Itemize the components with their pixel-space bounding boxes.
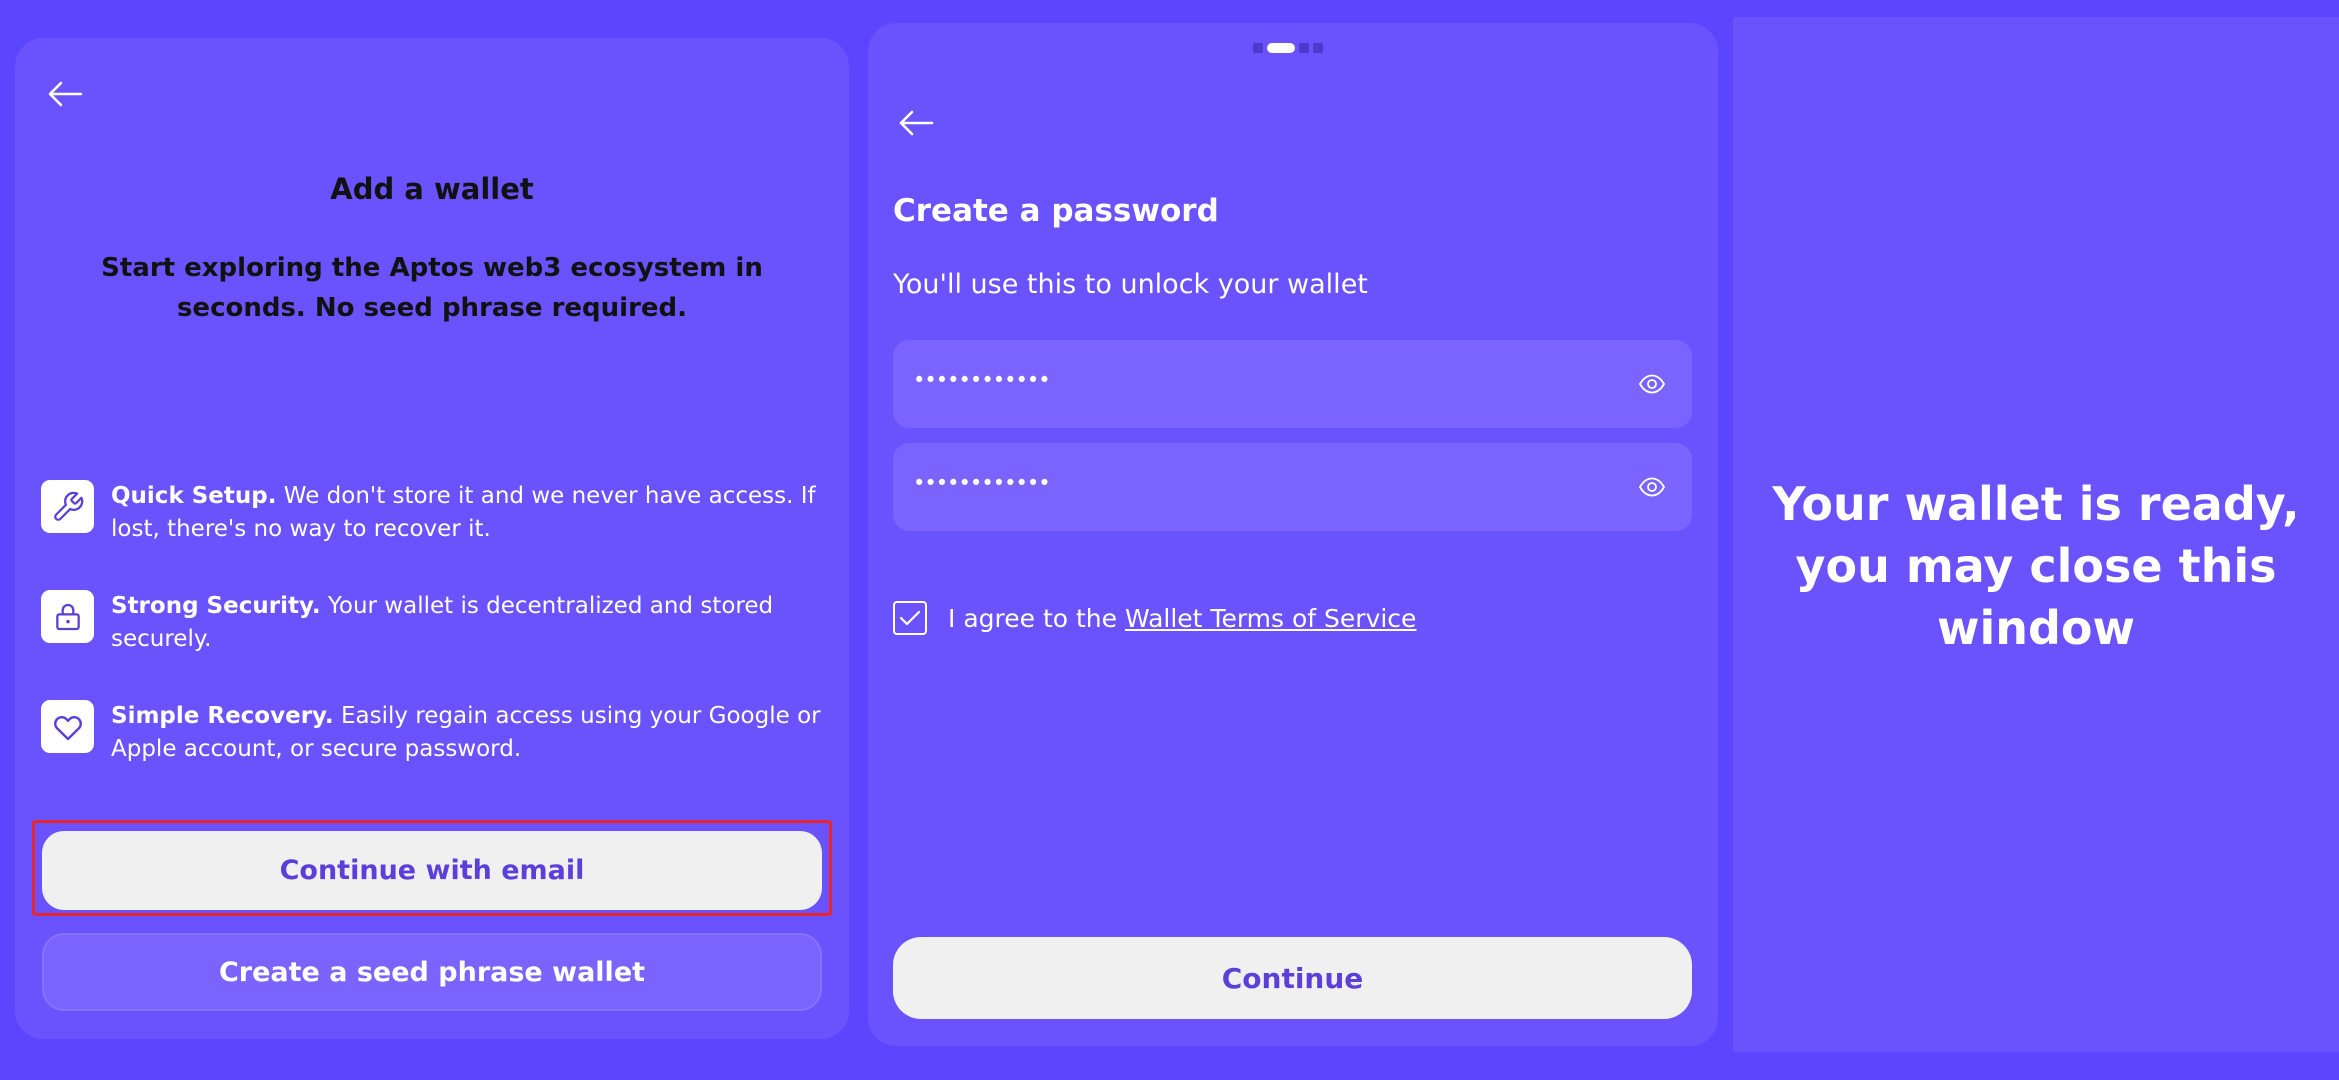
page-title: Add a wallet: [330, 172, 534, 206]
feature-text: Strong Security. Your wallet is decentra…: [111, 590, 871, 656]
wrench-icon: [41, 480, 94, 533]
step-dot: [1313, 43, 1323, 53]
page-title: Create a password: [893, 193, 1219, 229]
step-dot-active: [1267, 43, 1295, 53]
feature-title: Quick Setup.: [111, 483, 277, 509]
terms-of-service-link[interactable]: Wallet Terms of Service: [1125, 604, 1416, 633]
heart-icon: [41, 700, 94, 753]
confirm-password-field[interactable]: ••••••••••••: [893, 443, 1692, 531]
feature-title: Strong Security.: [111, 593, 321, 619]
eye-icon[interactable]: [1638, 475, 1666, 499]
page-subtitle: Start exploring the Aptos web3 ecosystem…: [101, 253, 763, 323]
add-wallet-panel: Add a wallet Start exploring the Aptos w…: [15, 38, 849, 1039]
step-dot: [1299, 43, 1309, 53]
continue-with-email-button[interactable]: Continue with email: [42, 831, 822, 910]
terms-agreement: I agree to the Wallet Terms of Service: [948, 604, 1416, 633]
create-seed-phrase-wallet-button[interactable]: Create a seed phrase wallet: [42, 933, 822, 1011]
create-password-panel: Create a password You'll use this to unl…: [868, 23, 1718, 1046]
wallet-ready-panel: Your wallet is ready, you may close this…: [1733, 17, 2339, 1052]
page-subtitle: You'll use this to unlock your wallet: [893, 269, 1368, 300]
feature-title: Simple Recovery.: [111, 703, 334, 729]
agree-label: I agree to the: [948, 604, 1125, 633]
terms-checkbox[interactable]: [893, 601, 927, 635]
back-arrow-icon[interactable]: [47, 80, 83, 108]
confirm-password-value[interactable]: ••••••••••••: [913, 471, 1051, 495]
continue-button[interactable]: Continue: [893, 937, 1692, 1019]
eye-icon[interactable]: [1638, 372, 1666, 396]
step-dot: [1253, 43, 1263, 53]
lock-icon: [41, 590, 94, 643]
password-value[interactable]: ••••••••••••: [913, 368, 1051, 392]
feature-text: Quick Setup. We don't store it and we ne…: [111, 480, 871, 546]
checkmark-icon: [899, 610, 921, 626]
wallet-ready-message: Your wallet is ready, you may close this…: [1772, 477, 2300, 655]
back-arrow-icon[interactable]: [898, 109, 934, 137]
feature-text: Simple Recovery. Easily regain access us…: [111, 700, 871, 766]
password-field[interactable]: ••••••••••••: [893, 340, 1692, 428]
